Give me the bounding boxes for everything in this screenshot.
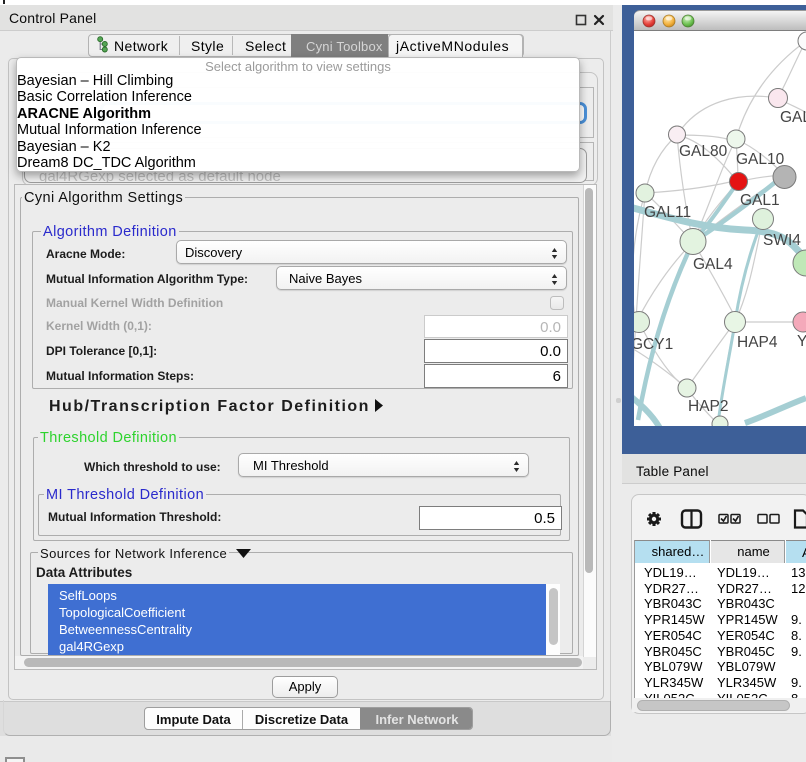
svg-text:GAL10: GAL10 <box>736 151 785 168</box>
svg-text:HAP2: HAP2 <box>688 398 729 415</box>
svg-text:GAL80: GAL80 <box>679 143 728 160</box>
svg-text:GAL11: GAL11 <box>644 204 691 221</box>
svg-text:GAL1: GAL1 <box>740 192 780 209</box>
svg-text:Y: Y <box>797 333 806 350</box>
svg-text:GCY1: GCY1 <box>634 336 673 353</box>
svg-text:GAL4: GAL4 <box>693 256 733 273</box>
svg-text:HAP4: HAP4 <box>737 334 778 351</box>
svg-text:SWI4: SWI4 <box>763 232 801 249</box>
svg-text:GAL2: GAL2 <box>780 109 806 126</box>
